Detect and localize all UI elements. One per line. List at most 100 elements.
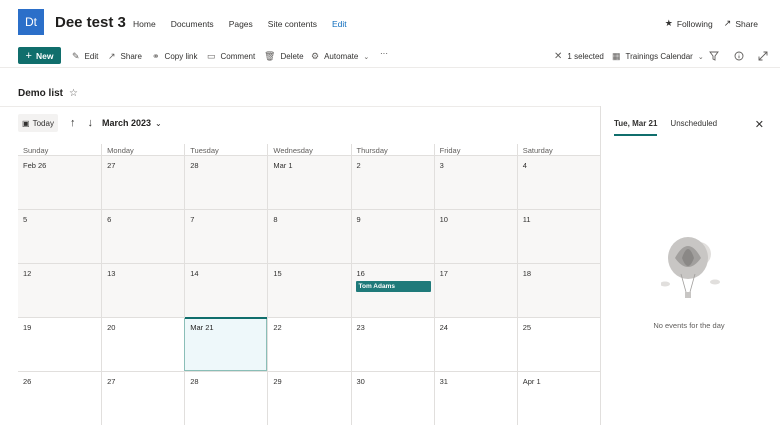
day-cell[interactable]: 16 Tom Adams <box>350 264 434 317</box>
day-number: 7 <box>190 215 195 224</box>
day-cell[interactable]: 7 <box>184 210 268 263</box>
day-cell[interactable]: Mar 1 <box>267 156 351 209</box>
day-cell[interactable]: 31 <box>433 372 517 425</box>
day-number: 27 <box>107 377 116 386</box>
day-cell[interactable]: 8 <box>267 210 351 263</box>
month-picker[interactable]: March 2023 ⌄ <box>102 118 162 128</box>
day-cell[interactable]: Feb 26 <box>18 156 102 209</box>
day-number: 13 <box>107 269 116 278</box>
site-title[interactable]: Dee test 3 <box>55 14 126 31</box>
day-cell[interactable]: 28 <box>184 372 268 425</box>
day-cell[interactable]: 3 <box>433 156 517 209</box>
comment-button[interactable]: ▭ Comment <box>207 51 255 62</box>
nav-home[interactable]: Home <box>133 19 156 29</box>
day-cell[interactable]: 30 <box>350 372 434 425</box>
share-button[interactable]: ↗ Share <box>108 51 142 62</box>
new-button[interactable]: + New <box>18 47 61 64</box>
day-cell[interactable]: 13 <box>101 264 185 317</box>
day-cell[interactable]: 22 <box>267 318 351 371</box>
day-number: 2 <box>356 161 361 170</box>
tab-selected-day[interactable]: Tue, Mar 21 <box>614 119 658 136</box>
day-number: 20 <box>107 323 116 332</box>
day-cell[interactable]: 17 <box>433 264 517 317</box>
day-cell[interactable]: 10 <box>433 210 517 263</box>
day-number: 4 <box>522 161 527 170</box>
link-icon: ⚭ <box>152 51 160 61</box>
day-cell[interactable]: 29 <box>267 372 351 425</box>
close-icon[interactable]: ✕ <box>755 118 764 131</box>
day-cell[interactable]: 18 <box>516 264 600 317</box>
day-number: 25 <box>522 323 532 332</box>
day-cell[interactable]: 2 <box>350 156 434 209</box>
day-cell[interactable]: 28 <box>184 156 268 209</box>
calendar-week: 19 20 Mar 21 22 23 24 25 <box>18 317 600 371</box>
filter-button[interactable] <box>709 51 724 61</box>
pencil-icon: ✎ <box>72 51 80 61</box>
list-title: Demo list ☆ <box>18 88 78 99</box>
day-number: 6 <box>107 215 112 224</box>
day-number: 19 <box>23 323 32 332</box>
hot-air-balloon-icon <box>661 237 720 298</box>
edit-button[interactable]: ✎ Edit <box>72 51 98 62</box>
day-cell[interactable]: 14 <box>184 264 268 317</box>
day-cell[interactable]: 4 <box>516 156 600 209</box>
nav-site-contents[interactable]: Site contents <box>268 19 317 29</box>
view-switcher[interactable]: ▦ Trainings Calendar ⌄ <box>612 51 704 62</box>
tab-unscheduled[interactable]: Unscheduled <box>670 119 717 136</box>
automate-label: Automate <box>324 52 359 61</box>
calendar-grid: Sunday Monday Tuesday Wednesday Thursday… <box>18 144 600 425</box>
more-label: ··· <box>380 49 388 58</box>
calendar-event[interactable]: Tom Adams <box>355 281 431 292</box>
automate-button[interactable]: ⚙ Automate ⌄ <box>311 51 369 62</box>
day-header: Monday <box>101 144 184 155</box>
day-cell[interactable]: 15 <box>267 264 351 317</box>
day-number: 17 <box>439 269 448 278</box>
day-cell-today[interactable]: Mar 21 <box>184 317 268 371</box>
copy-link-button[interactable]: ⚭ Copy link <box>152 51 197 62</box>
expand-icon <box>758 51 768 61</box>
day-cell[interactable]: 20 <box>101 318 185 371</box>
delete-button[interactable]: 🗑 Delete <box>264 51 304 62</box>
info-icon <box>734 51 744 61</box>
day-cell[interactable]: 19 <box>18 318 102 371</box>
calendar-week: 26 27 28 29 30 31 Apr 1 <box>18 371 600 425</box>
day-cell[interactable]: 6 <box>101 210 185 263</box>
day-cell[interactable]: 24 <box>433 318 517 371</box>
day-cell[interactable]: 26 <box>18 372 102 425</box>
day-header: Sunday <box>23 146 49 155</box>
more-button[interactable]: ··· <box>380 49 388 58</box>
clear-selection-button[interactable]: ✕ 1 selected <box>554 51 604 62</box>
info-button[interactable] <box>734 51 749 61</box>
day-cell[interactable]: 27 <box>101 156 185 209</box>
arrow-down-icon[interactable]: ↓ <box>88 117 94 129</box>
nav-documents[interactable]: Documents <box>171 19 214 29</box>
trash-icon: 🗑 <box>264 51 276 61</box>
following-button[interactable]: ★ Following <box>665 18 713 29</box>
nav-edit-link[interactable]: Edit <box>332 19 347 29</box>
comment-icon: ▭ <box>207 51 216 61</box>
day-cell[interactable]: 23 <box>350 318 434 371</box>
today-button[interactable]: ▣ Today <box>18 114 58 132</box>
star-outline-icon[interactable]: ☆ <box>69 88 78 99</box>
site-share-button[interactable]: ↗ Share <box>724 18 758 29</box>
expand-button[interactable] <box>758 51 773 61</box>
day-number: Feb 26 <box>23 161 47 170</box>
day-cell[interactable]: 12 <box>18 264 102 317</box>
day-cell[interactable]: Apr 1 <box>516 372 600 425</box>
list-title-text[interactable]: Demo list <box>18 88 63 99</box>
day-cell[interactable]: 11 <box>516 210 600 263</box>
day-number: 11 <box>522 215 531 224</box>
day-cell[interactable]: 25 <box>516 318 600 371</box>
day-cell[interactable]: 5 <box>18 210 102 263</box>
day-number: 29 <box>273 377 282 386</box>
day-cell[interactable]: 27 <box>101 372 185 425</box>
day-details-panel: Tue, Mar 21 Unscheduled ✕ No events for … <box>600 106 780 425</box>
day-cell[interactable]: 9 <box>350 210 434 263</box>
calendar-day-icon: ▣ <box>22 118 30 128</box>
site-logo[interactable]: Dt <box>18 9 44 35</box>
month-label: March 2023 <box>102 118 152 128</box>
day-number: 27 <box>107 161 116 170</box>
arrow-up-icon[interactable]: ↑ <box>70 117 76 129</box>
nav-pages[interactable]: Pages <box>229 19 253 29</box>
edit-label: Edit <box>84 52 99 61</box>
